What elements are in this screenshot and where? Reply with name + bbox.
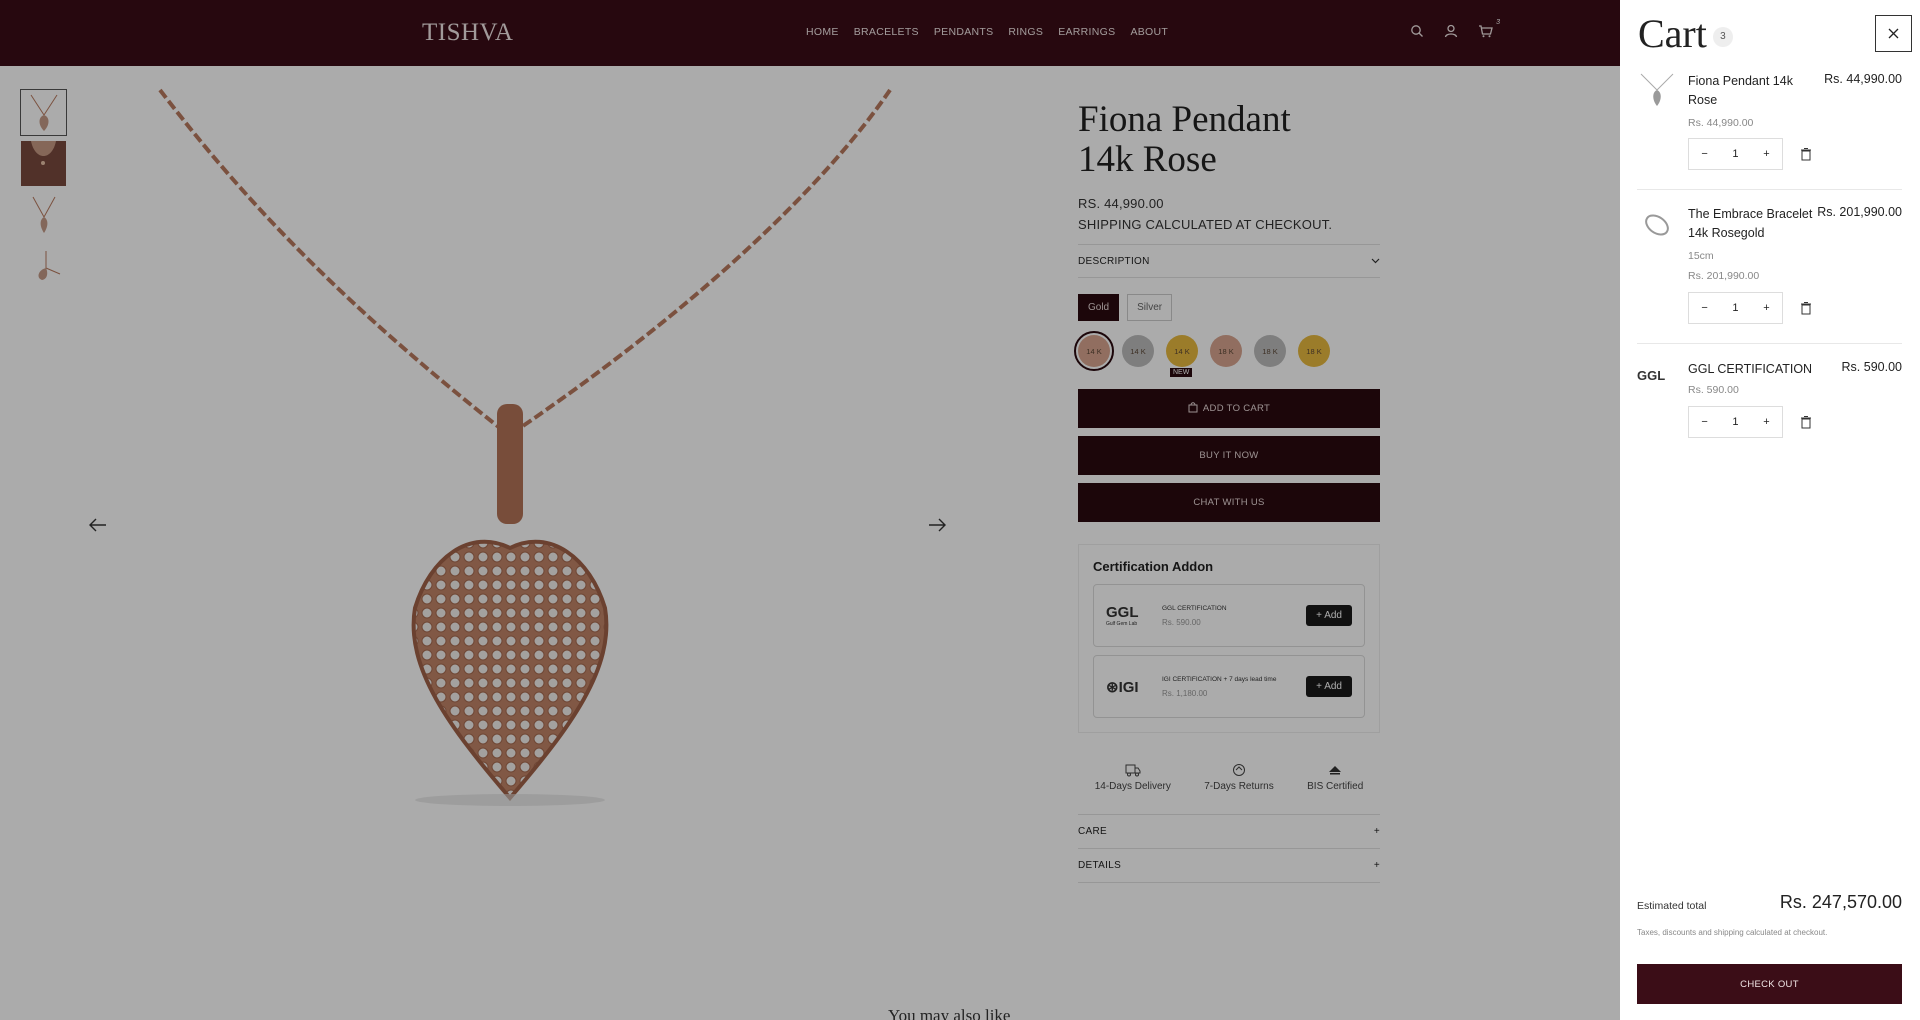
cart-item-image — [1645, 214, 1669, 236]
cart-drawer: Cart 3 Fiona Pendant 14k Rose Rs. 44,990… — [1620, 0, 1920, 1020]
decrease-qty-button[interactable]: − — [1701, 416, 1707, 428]
increase-qty-button[interactable]: + — [1763, 416, 1769, 428]
trash-icon[interactable] — [1799, 415, 1813, 429]
qty-value[interactable]: 1 — [1732, 416, 1738, 428]
quantity-stepper: − 1 + — [1688, 406, 1783, 438]
page-overlay[interactable] — [0, 0, 1620, 1020]
decrease-qty-button[interactable]: − — [1701, 302, 1707, 314]
cart-item-name[interactable]: Fiona Pendant 14k Rose — [1688, 72, 1818, 110]
tax-note: Taxes, discounts and shipping calculated… — [1637, 928, 1828, 937]
cart-title: Cart — [1638, 11, 1707, 56]
cart-divider — [1637, 343, 1902, 344]
trash-icon[interactable] — [1799, 301, 1813, 315]
estimated-total-label: Estimated total — [1637, 900, 1707, 912]
checkout-button[interactable]: CHECK OUT — [1637, 964, 1902, 1004]
quantity-stepper: − 1 + — [1688, 292, 1783, 324]
cart-header: Cart 3 — [1638, 10, 1733, 57]
cart-item-unit-price: Rs. 590.00 — [1688, 384, 1739, 396]
cart-item-unit-price: Rs. 201,990.00 — [1688, 270, 1760, 282]
quantity-stepper: − 1 + — [1688, 138, 1783, 170]
cart-item-variant: 15cm — [1688, 250, 1714, 262]
cart-item-image: GGL — [1637, 368, 1666, 383]
cart-divider — [1637, 189, 1902, 190]
qty-value[interactable]: 1 — [1732, 148, 1738, 160]
cart-count-badge: 3 — [1712, 26, 1733, 47]
cart-item-price: Rs. 201,990.00 — [1817, 205, 1902, 219]
close-cart-button[interactable] — [1875, 15, 1912, 52]
product-page: TISHVA HOME BRACELETS PENDANTS RINGS EAR… — [0, 0, 1620, 1020]
cart-item-image — [1640, 73, 1674, 106]
decrease-qty-button[interactable]: − — [1701, 148, 1707, 160]
increase-qty-button[interactable]: + — [1763, 302, 1769, 314]
increase-qty-button[interactable]: + — [1763, 148, 1769, 160]
qty-value[interactable]: 1 — [1732, 302, 1738, 314]
cart-item-price: Rs. 590.00 — [1841, 360, 1902, 374]
cart-item-price: Rs. 44,990.00 — [1824, 72, 1902, 86]
trash-icon[interactable] — [1799, 147, 1813, 161]
close-icon — [1888, 28, 1899, 39]
estimated-total-value: Rs. 247,570.00 — [1779, 892, 1902, 912]
cart-item-name[interactable]: GGL CERTIFICATION — [1688, 360, 1818, 379]
cart-item-unit-price: Rs. 44,990.00 — [1688, 117, 1754, 129]
cart-item-name[interactable]: The Embrace Bracelet 14k Rosegold — [1688, 205, 1818, 243]
